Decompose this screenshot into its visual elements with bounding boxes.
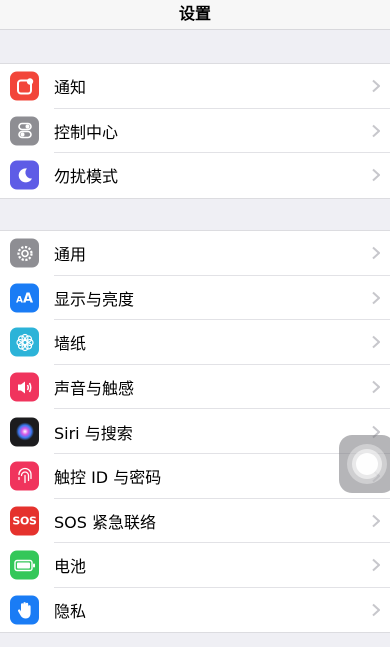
chevron-right-icon <box>372 291 380 305</box>
settings-group-2: 通用 AA 显示与亮度 墙纸 声音与触感 Siri 与搜索 触控 ID 与密码 … <box>0 230 390 634</box>
row-label: 显示与亮度 <box>54 289 135 309</box>
wallpaper-flower-icon <box>10 327 39 357</box>
chevron-right-icon <box>372 336 380 349</box>
chevron-right-icon <box>372 514 380 528</box>
gear-icon <box>10 238 39 268</box>
row-label: 触控 ID 与密码 <box>54 468 162 488</box>
settings-row-emergency-sos[interactable]: SOS SOS 紧急联络 <box>0 499 390 544</box>
assistive-touch-button[interactable] <box>339 435 390 493</box>
page-title: 设置 <box>178 3 211 23</box>
row-label: 通用 <box>54 245 87 265</box>
hand-icon <box>10 595 39 625</box>
row-label: SOS 紧急联络 <box>54 512 156 532</box>
notifications-icon <box>10 71 39 101</box>
settings-group-1: 通知 控制中心 勿扰模式 <box>0 63 390 199</box>
row-label: 墙纸 <box>54 334 87 354</box>
fingerprint-icon <box>10 461 39 491</box>
settings-row-do-not-disturb[interactable]: 勿扰模式 <box>0 153 390 198</box>
chevron-right-icon <box>372 124 380 138</box>
row-label: 通知 <box>54 78 87 98</box>
chevron-right-icon <box>372 169 380 182</box>
chevron-right-icon <box>372 380 380 394</box>
settings-row-siri-search[interactable]: Siri 与搜索 <box>0 409 390 454</box>
row-label: 勿扰模式 <box>54 167 119 187</box>
speaker-icon <box>10 372 39 402</box>
sos-icon: SOS <box>10 506 39 536</box>
chevron-right-icon <box>372 603 380 617</box>
settings-row-privacy[interactable]: 隐私 <box>0 588 390 633</box>
chevron-right-icon <box>372 80 380 93</box>
row-label: 声音与触感 <box>54 379 135 399</box>
assistive-touch-icon <box>347 444 387 484</box>
row-label: 电池 <box>54 557 87 577</box>
control-center-icon <box>10 116 39 146</box>
settings-row-touch-id-passcode[interactable]: 触控 ID 与密码 <box>0 454 390 499</box>
settings-row-notifications[interactable]: 通知 <box>0 64 390 109</box>
chevron-right-icon <box>372 559 380 572</box>
row-label: Siri 与搜索 <box>54 423 133 443</box>
display-aa-icon: AA <box>10 283 39 313</box>
settings-row-display-brightness[interactable]: AA 显示与亮度 <box>0 276 390 321</box>
svg-text:A: A <box>23 292 33 306</box>
settings-row-general[interactable]: 通用 <box>0 231 390 276</box>
row-label: 隐私 <box>54 602 87 622</box>
settings-row-sounds-haptics[interactable]: 声音与触感 <box>0 365 390 410</box>
siri-icon <box>10 417 39 447</box>
settings-row-wallpaper[interactable]: 墙纸 <box>0 320 390 365</box>
battery-icon <box>10 550 39 580</box>
settings-row-battery[interactable]: 电池 <box>0 543 390 588</box>
settings-row-control-center[interactable]: 控制中心 <box>0 109 390 154</box>
svg-text:A: A <box>16 296 23 306</box>
navigation-bar: 设置 <box>0 0 390 30</box>
chevron-right-icon <box>372 247 380 260</box>
row-label: 控制中心 <box>54 122 119 142</box>
moon-icon <box>10 160 39 190</box>
